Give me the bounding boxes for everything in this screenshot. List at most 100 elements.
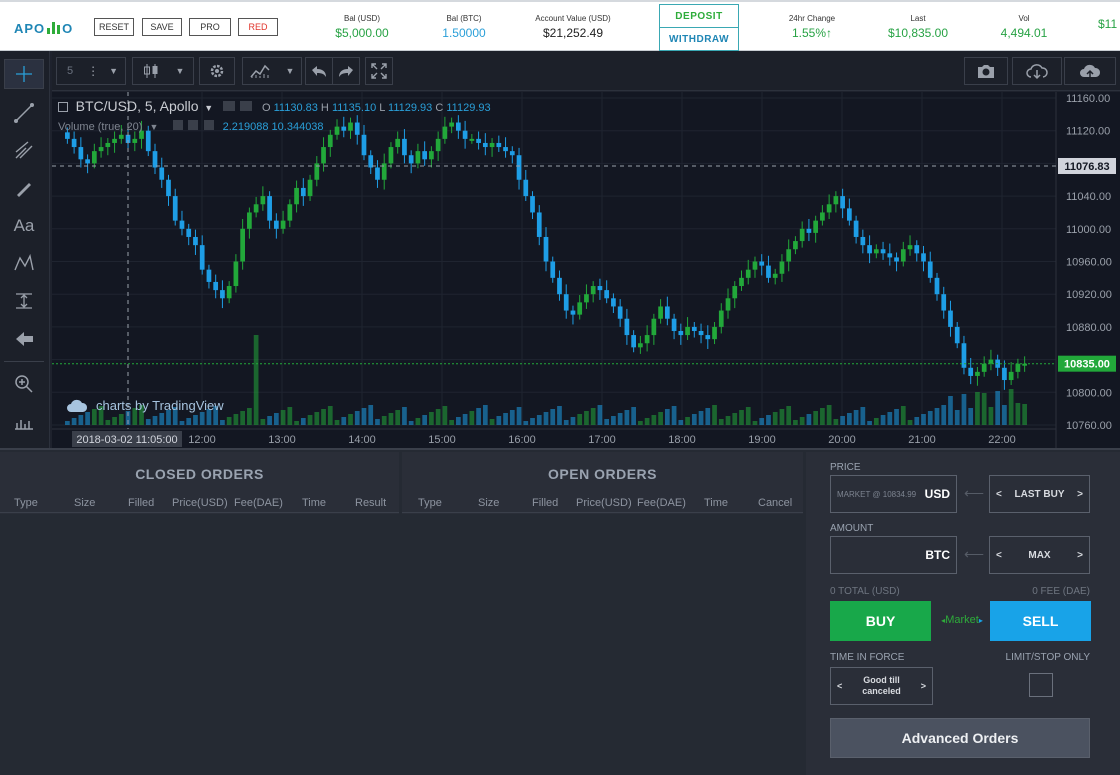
price-chart[interactable]: 11160.0011120.0011080.0011040.0011000.00… xyxy=(52,92,1120,448)
gear-icon[interactable] xyxy=(188,120,199,130)
text-tool[interactable]: Aa xyxy=(4,211,44,241)
col-result[interactable]: Result xyxy=(355,497,386,509)
balance-btc-value: 1.50000 xyxy=(442,26,486,40)
chevron-right-icon[interactable]: > xyxy=(1077,550,1083,561)
candles-icon xyxy=(143,64,158,78)
brush-tool[interactable] xyxy=(4,173,44,203)
volume-bar xyxy=(617,413,623,425)
crosshair-tool[interactable] xyxy=(4,59,44,89)
volume-bar xyxy=(402,407,407,425)
chevron-left-icon[interactable]: < xyxy=(996,489,1002,500)
volume-bar xyxy=(85,412,90,425)
magnet-tool[interactable] xyxy=(4,407,44,437)
col-filled[interactable]: Filled xyxy=(128,497,154,509)
gear-icon[interactable] xyxy=(240,101,253,111)
candle-body xyxy=(631,335,636,348)
interval-select[interactable]: 5 ⋮ ▼ xyxy=(56,57,126,85)
close-icon[interactable] xyxy=(203,120,214,130)
back-tool[interactable] xyxy=(4,324,44,354)
low-value: 11129.93 xyxy=(388,102,433,114)
chart-type-select[interactable]: ▼ xyxy=(132,57,194,85)
chevron-right-icon[interactable]: > xyxy=(1077,489,1083,500)
col-size[interactable]: Size xyxy=(74,497,95,509)
col-size[interactable]: Size xyxy=(478,497,499,509)
volume-bar xyxy=(314,412,320,425)
col-type[interactable]: Type xyxy=(14,497,38,509)
amount-mode-stepper[interactable]: < MAX > xyxy=(989,536,1090,574)
pro-button[interactable]: PRO xyxy=(189,18,231,36)
arrow-left-icon: ⟵ xyxy=(964,546,985,562)
pitchfork-tool[interactable] xyxy=(4,135,44,165)
chart-canvas[interactable]: 11160.0011120.0011080.0011040.0011000.00… xyxy=(52,92,1120,448)
volume-study-label[interactable]: Volume (true, 20) xyxy=(58,121,142,133)
volume-bar xyxy=(921,414,926,425)
sell-button[interactable]: SELL xyxy=(990,601,1091,641)
eye-icon[interactable] xyxy=(173,120,184,130)
apollo-logo[interactable]: APO O xyxy=(14,16,73,36)
col-type[interactable]: Type xyxy=(418,497,442,509)
market-toggle[interactable]: ◂Market▸ xyxy=(933,614,991,626)
save-button[interactable]: SAVE xyxy=(142,18,182,36)
chevron-left-icon[interactable]: < xyxy=(996,550,1002,561)
price-mode-value: LAST BUY xyxy=(1014,488,1065,500)
save-chart-button[interactable] xyxy=(1064,57,1116,85)
trend-line-tool[interactable] xyxy=(4,98,44,128)
candle-body xyxy=(624,318,630,336)
tradingview-watermark[interactable]: charts by TradingView xyxy=(66,398,224,413)
logo-bars-icon xyxy=(47,22,61,34)
volume-bar xyxy=(233,414,239,425)
volume-bar xyxy=(368,405,374,425)
col-cancel[interactable]: Cancel xyxy=(758,497,792,509)
chevron-down-icon[interactable]: ▼ xyxy=(149,122,158,132)
volume-bar xyxy=(375,419,380,425)
candle-body xyxy=(651,318,657,336)
candle-body xyxy=(233,261,239,287)
chevron-right-icon[interactable]: > xyxy=(921,681,926,691)
volume-bar xyxy=(273,413,279,425)
collapse-legend-icon[interactable] xyxy=(58,102,68,112)
symbol-title[interactable]: BTC/USD, 5, Apollo xyxy=(76,98,199,114)
col-time[interactable]: Time xyxy=(302,497,326,509)
amount-input[interactable]: BTC xyxy=(830,536,957,574)
col-price[interactable]: Price(USD) xyxy=(576,497,632,509)
zoom-in-icon xyxy=(15,375,33,393)
col-filled[interactable]: Filled xyxy=(532,497,558,509)
time-in-force-stepper[interactable]: < Good till canceled > xyxy=(830,667,933,705)
price-input[interactable]: MARKET @ 10834.99 USD xyxy=(830,475,957,513)
fullscreen-button[interactable] xyxy=(365,57,393,85)
buy-button[interactable]: BUY xyxy=(830,601,931,641)
candle-body xyxy=(860,236,866,246)
col-price[interactable]: Price(USD) xyxy=(172,497,228,509)
candle-body xyxy=(705,335,711,340)
load-chart-button[interactable] xyxy=(1012,57,1062,85)
redo-button[interactable] xyxy=(332,57,360,85)
volume-bar xyxy=(280,410,286,425)
col-fee[interactable]: Fee(DAE) xyxy=(637,497,686,509)
candle-body xyxy=(462,130,468,139)
indicators-button[interactable]: ▼ xyxy=(242,57,302,85)
limit-stop-only-checkbox[interactable] xyxy=(1029,673,1053,697)
col-time[interactable]: Time xyxy=(704,497,728,509)
screenshot-button[interactable] xyxy=(964,57,1008,85)
deposit-button[interactable]: DEPOSIT xyxy=(660,5,738,28)
col-fee[interactable]: Fee(DAE) xyxy=(234,497,283,509)
reset-button[interactable]: RESET xyxy=(94,18,134,36)
chevron-down-icon[interactable]: ▼ xyxy=(204,103,213,113)
red-theme-button[interactable]: RED xyxy=(238,18,278,36)
closed-orders-list xyxy=(0,514,399,775)
undo-button[interactable] xyxy=(305,57,333,85)
fullscreen-icon xyxy=(371,63,387,79)
eye-icon[interactable] xyxy=(222,101,235,111)
withdraw-button[interactable]: WITHDRAW xyxy=(660,28,738,51)
volume-bar xyxy=(449,420,454,425)
candle-body xyxy=(435,138,441,152)
settings-button[interactable] xyxy=(199,57,235,85)
zoom-tool[interactable] xyxy=(4,369,44,399)
price-mode-stepper[interactable]: < LAST BUY > xyxy=(989,475,1090,513)
advanced-orders-button[interactable]: Advanced Orders xyxy=(830,718,1090,758)
pattern-tool[interactable] xyxy=(4,248,44,278)
candle-body xyxy=(253,204,259,213)
chevron-left-icon[interactable]: < xyxy=(837,681,842,691)
measure-tool[interactable] xyxy=(4,286,44,316)
cloud-download-icon xyxy=(1026,64,1048,80)
